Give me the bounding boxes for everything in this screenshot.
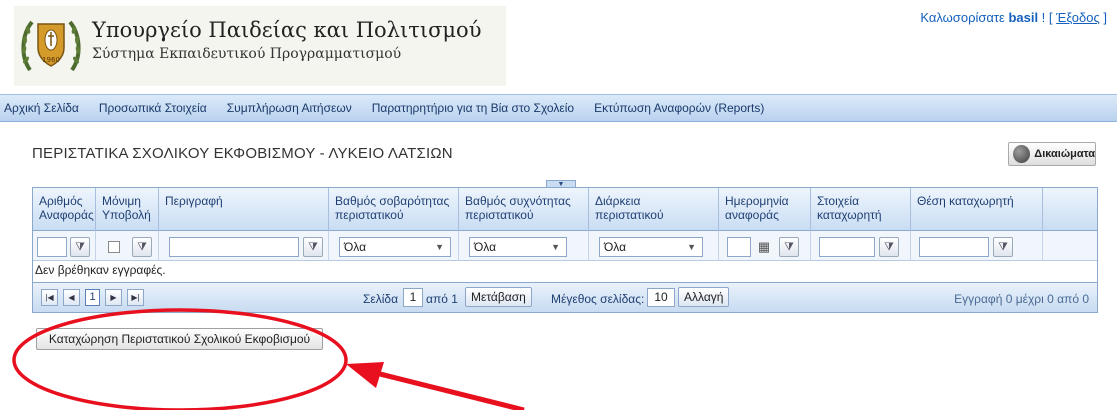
pointer-arrow-head	[346, 362, 384, 388]
filter-icon[interactable]: ⧩	[779, 237, 799, 257]
menu-item-reports[interactable]: Εκτύπωση Αναφορών (Reports)	[594, 101, 764, 115]
column-header-permanent-submission[interactable]: Μόνιμη Υποβολή	[96, 188, 159, 231]
welcome-text: Καλωσορίσατε basil ! [ Έξοδος ]	[920, 10, 1107, 25]
page-title: ΠΕΡΙΣΤΑΤΙΚΑ ΣΧΟΛΙΚΟΥ ΕΚΦΟΒΙΣΜΟΥ - ΛΥΚΕΙΟ…	[32, 145, 453, 162]
username: basil	[1008, 10, 1039, 25]
frequency-filter-select[interactable]: Όλα ▼	[469, 237, 567, 257]
change-page-size-button[interactable]: Αλλαγή	[678, 287, 730, 307]
filter-cell-frequency: Όλα ▼	[459, 231, 589, 261]
page-number-button[interactable]: 1	[85, 289, 100, 306]
description-filter-input[interactable]	[169, 237, 299, 257]
main-menu: Αρχική Σελίδα Προσωπικά Στοιχεία Συμπλήρ…	[0, 94, 1117, 122]
pointer-arrow-line	[371, 369, 525, 410]
go-to-page-button[interactable]: Μετάβαση	[465, 287, 532, 307]
last-page-icon[interactable]: ▶|	[127, 289, 144, 306]
chevron-down-icon: ▼	[687, 242, 696, 252]
filter-cell-severity: Όλα ▼	[329, 231, 459, 261]
column-header-duration[interactable]: Διάρκεια περιστατικού	[589, 188, 719, 231]
filter-icon[interactable]: ⧩	[879, 237, 899, 257]
column-header-report-number[interactable]: Αριθμός Αναφοράς	[33, 188, 96, 231]
filter-cell-date: ▦ ⧩	[719, 231, 811, 261]
chevron-down-icon: ▼	[551, 242, 560, 252]
pager: |◀ ◀ 1 ▶ ▶| Σελίδα 1 από 1 Μετάβαση Μέγε…	[33, 282, 1097, 312]
menu-item-home[interactable]: Αρχική Σελίδα	[4, 101, 79, 115]
first-page-icon[interactable]: |◀	[41, 289, 58, 306]
system-subtitle: Σύστημα Εκπαιδευτικού Προγραμματισμού	[92, 46, 402, 62]
filter-icon[interactable]: ⧩	[132, 237, 152, 257]
permanent-submission-checkbox[interactable]	[108, 241, 120, 253]
grid-header: Αριθμός Αναφοράς Μόνιμη Υποβολή Περιγραφή …	[33, 188, 1097, 231]
column-header-registrar[interactable]: Στοιχεία καταχωρητή	[811, 188, 911, 231]
page-size-input[interactable]: 10	[647, 288, 675, 307]
menu-item-personal-info[interactable]: Προσωπικά Στοιχεία	[99, 101, 207, 115]
no-records-message: Δεν βρέθηκαν εγγραφές.	[35, 263, 166, 277]
register-incident-button[interactable]: Καταχώρηση Περιστατικού Σχολικού Εκφοβισ…	[36, 328, 323, 350]
svg-text:1960: 1960	[42, 56, 60, 64]
chevron-down-icon: ▼	[435, 242, 444, 252]
calendar-icon[interactable]: ▦	[754, 237, 774, 257]
severity-filter-select[interactable]: Όλα ▼	[339, 237, 451, 257]
filter-cell-report-number: ⧩	[33, 231, 96, 261]
filter-cell-duration: Όλα ▼	[589, 231, 719, 261]
page-count: από 1	[426, 292, 458, 306]
menu-item-violence-observatory[interactable]: Παρατηρητήριο για τη Βία στο Σχολείο	[372, 101, 574, 115]
filter-icon[interactable]: ⧩	[303, 237, 323, 257]
user-icon	[1013, 145, 1031, 163]
next-page-icon[interactable]: ▶	[105, 289, 122, 306]
filter-cell-registrar: ⧩	[811, 231, 911, 261]
welcome-prefix: Καλωσορίσατε	[920, 10, 1009, 25]
header: 1960 Υπουργείο Παιδείας και Πολιτισμού Σ…	[0, 0, 1117, 90]
incidents-grid: Αριθμός Αναφοράς Μόνιμη Υποβολή Περιγραφή …	[32, 187, 1098, 313]
filter-cell-position: ⧩	[911, 231, 1043, 261]
page-label: Σελίδα	[363, 292, 399, 306]
logout-link[interactable]: Έξοδος	[1056, 10, 1100, 25]
page-input[interactable]: 1	[403, 288, 423, 307]
rights-button[interactable]: Δικαιώματα	[1008, 142, 1096, 166]
welcome-suffix: ]	[1099, 10, 1107, 25]
column-header-severity[interactable]: Βαθμός σοβαρότητας περιστατικού	[329, 188, 459, 231]
duration-filter-select[interactable]: Όλα ▼	[599, 237, 703, 257]
filter-icon[interactable]: ⧩	[993, 237, 1013, 257]
report-number-filter-input[interactable]	[37, 237, 67, 257]
filter-row: ⧩ ⧩ ⧩ Όλα ▼ Όλα ▼ Όλα ▼ ▦ ⧩ ⧩ ⧩	[33, 231, 1097, 261]
filter-icon[interactable]: ⧩	[70, 237, 90, 257]
logo-banner: 1960 Υπουργείο Παιδείας και Πολιτισμού Σ…	[14, 6, 506, 86]
column-header-registrar-position[interactable]: Θέση καταχωρητή	[911, 188, 1043, 231]
column-header-frequency[interactable]: Βαθμός συχνότητας περιστατικού	[459, 188, 589, 231]
ministry-title: Υπουργείο Παιδείας και Πολιτισμού	[92, 18, 482, 42]
records-info: Εγγραφή 0 μέχρι 0 από 0	[954, 292, 1089, 306]
filter-cell-description: ⧩	[159, 231, 329, 261]
rights-label: Δικαιώματα	[1034, 148, 1095, 160]
filter-cell-permanent: ⧩	[96, 231, 159, 261]
column-header-report-date[interactable]: Ημερομηνία αναφοράς	[719, 188, 811, 231]
page-size-label: Μέγεθος σελίδας:	[551, 292, 645, 306]
date-filter-input[interactable]	[727, 237, 751, 257]
position-filter-input[interactable]	[919, 237, 989, 257]
previous-page-icon[interactable]: ◀	[63, 289, 80, 306]
coat-of-arms-icon: 1960	[21, 20, 81, 72]
highlight-ellipse	[12, 308, 348, 410]
registrar-filter-input[interactable]	[819, 237, 875, 257]
menu-item-applications[interactable]: Συμπλήρωση Αιτήσεων	[227, 101, 352, 115]
column-header-description[interactable]: Περιγραφή	[159, 188, 329, 231]
welcome-separator: ! [	[1038, 10, 1057, 25]
